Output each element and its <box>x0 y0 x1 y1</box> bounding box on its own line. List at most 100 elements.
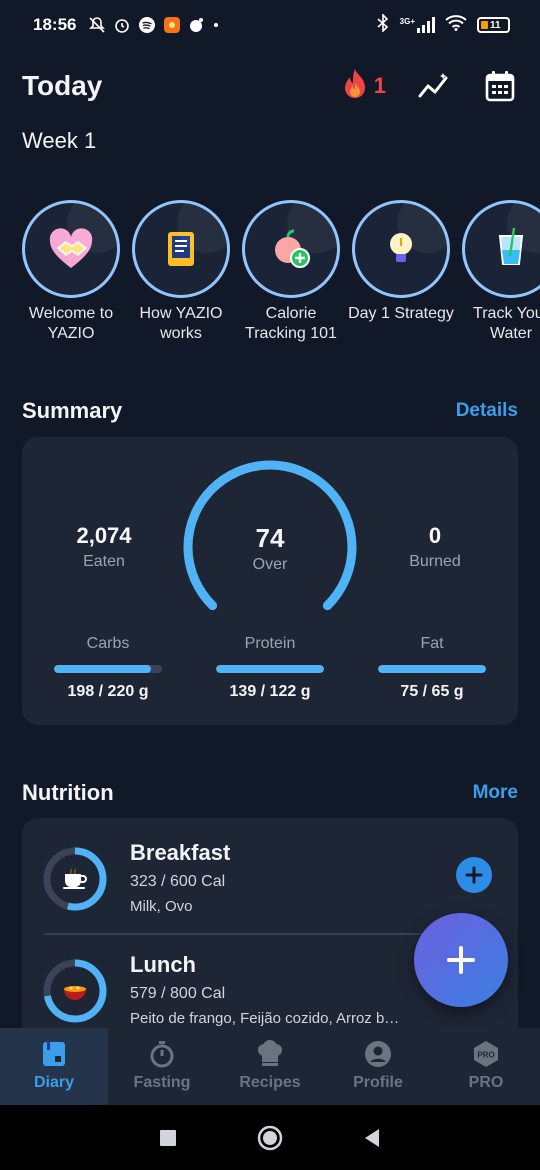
plus-icon <box>447 946 475 974</box>
eaten-stat: 2,074 Eaten <box>44 523 164 571</box>
tab-recipes[interactable]: Recipes <box>216 1028 324 1105</box>
page-title: Today <box>22 70 103 101</box>
handshake-icon <box>49 228 93 268</box>
lightbulb-icon <box>390 233 412 262</box>
header: Today 1 <box>22 62 518 110</box>
macro-label: Fat <box>420 635 444 652</box>
story-thumbnail <box>352 200 450 298</box>
eaten-value: 2,074 <box>76 523 132 548</box>
summary-title: Summary <box>22 398 123 423</box>
meal-name: Lunch <box>130 952 196 977</box>
story-how-it-works[interactable]: How YAZIO works <box>132 200 230 344</box>
burned-value: 0 <box>428 523 442 548</box>
story-thumbnail <box>462 200 540 298</box>
add-breakfast-button[interactable] <box>456 857 492 893</box>
status-time: 18:56 <box>33 15 77 34</box>
gauge-center: 74 Over <box>210 523 330 574</box>
macro-label: Protein <box>244 635 296 652</box>
tab-label: PRO <box>468 1074 504 1091</box>
story-thumbnail <box>22 200 120 298</box>
macro-progress-bar <box>378 665 486 673</box>
story-day-1-strategy[interactable]: Day 1 Strategy <box>348 200 454 344</box>
summary-header: Summary Details <box>22 398 518 424</box>
week-label: Week 1 <box>22 128 97 153</box>
svg-text:PRO: PRO <box>477 1051 494 1060</box>
tab-fasting[interactable]: Fasting <box>108 1028 216 1105</box>
app-notification-icon <box>163 16 181 34</box>
meal-calories: 579 / 800 Cal <box>130 985 226 1002</box>
trend-chart-icon <box>418 73 448 98</box>
story-label: Welcome to YAZIO <box>28 305 114 342</box>
nutrition-header: Nutrition More <box>22 780 518 806</box>
story-welcome[interactable]: Welcome to YAZIO <box>22 200 120 344</box>
nutrition-title: Nutrition <box>22 780 114 805</box>
calories-over-label: Over <box>252 556 288 573</box>
eaten-label: Eaten <box>83 553 125 570</box>
bottom-navigation: Diary Fasting Recipes Profile PRO PRO <box>0 1028 540 1105</box>
tab-pro[interactable]: PRO PRO <box>432 1028 540 1105</box>
macro-fat: Fat 75 / 65 g <box>378 635 486 701</box>
meal-breakfast[interactable]: Breakfast 323 / 600 Cal Milk, Ovo <box>22 818 518 928</box>
macro-progress-bar <box>216 665 324 673</box>
calories-over-value: 74 <box>255 523 285 553</box>
story-label: Calorie Tracking 101 <box>245 305 337 342</box>
story-label: How YAZIO works <box>139 305 223 342</box>
tab-label: Recipes <box>239 1074 301 1091</box>
macro-progress-bar <box>54 665 162 673</box>
person-icon <box>365 1041 391 1067</box>
alarm-icon <box>113 16 131 34</box>
tab-label: Diary <box>33 1074 75 1091</box>
fire-icon <box>340 67 370 106</box>
back-button[interactable] <box>363 1128 381 1148</box>
macro-value: 198 / 220 g <box>67 683 149 700</box>
coffee-cup-icon <box>42 846 108 912</box>
diary-icon <box>43 1040 65 1066</box>
stopwatch-icon <box>150 1041 174 1068</box>
story-label: Day 1 Strategy <box>348 305 454 322</box>
details-link[interactable]: Details <box>456 400 518 422</box>
status-bar: 18:56 3G+ 11 <box>0 0 540 50</box>
burned-label: Burned <box>409 553 461 570</box>
burned-stat: 0 Burned <box>375 523 495 571</box>
battery-icon: 11 <box>477 17 510 33</box>
apple-plus-icon <box>275 229 310 268</box>
story-thumbnail <box>242 200 340 298</box>
analysis-button[interactable] <box>416 68 452 104</box>
meal-items: Peito de frango, Feijão cozido, Arroz b… <box>130 1010 400 1027</box>
story-track-water[interactable]: Track Your Water <box>462 200 540 344</box>
add-food-fab[interactable] <box>414 913 508 1007</box>
summary-card[interactable]: 2,074 Eaten 74 Over 0 Burned Carbs 198 /… <box>22 437 518 725</box>
spotify-icon <box>138 16 156 34</box>
meal-name: Breakfast <box>130 840 231 865</box>
bluetooth-icon <box>376 12 390 37</box>
pro-badge-icon: PRO <box>474 1041 498 1067</box>
meal-calories: 323 / 600 Cal <box>130 873 226 890</box>
tab-diary[interactable]: Diary <box>0 1028 108 1105</box>
chef-hat-icon <box>258 1040 282 1066</box>
wifi-icon <box>445 14 467 36</box>
stories-carousel[interactable]: Welcome to YAZIO How YAZIO works Calorie… <box>22 200 540 344</box>
calendar-button[interactable] <box>482 68 518 104</box>
tab-label: Profile <box>353 1074 403 1091</box>
story-thumbnail <box>132 200 230 298</box>
tab-profile[interactable]: Profile <box>324 1028 432 1105</box>
mute-icon <box>88 16 106 34</box>
water-glass-icon <box>498 227 524 265</box>
home-button[interactable] <box>257 1125 283 1151</box>
streak-button[interactable]: 1 <box>340 67 386 106</box>
phone-book-icon <box>168 232 194 266</box>
calendar-icon <box>485 71 515 102</box>
macro-protein: Protein 139 / 122 g <box>216 635 324 701</box>
macro-value: 75 / 65 g <box>400 683 464 700</box>
macro-label: Carbs <box>86 635 130 652</box>
story-calorie-tracking[interactable]: Calorie Tracking 101 <box>242 200 340 344</box>
plus-icon <box>465 866 483 884</box>
signal-icon: 3G+ <box>400 17 435 33</box>
more-link[interactable]: More <box>473 782 518 804</box>
network-type: 3G+ <box>399 17 415 26</box>
more-notifications-dot-icon <box>213 22 219 28</box>
recent-apps-button[interactable] <box>159 1129 177 1147</box>
macro-value: 139 / 122 g <box>229 683 311 700</box>
battery-level: 11 <box>490 19 501 31</box>
system-navigation <box>0 1105 540 1170</box>
